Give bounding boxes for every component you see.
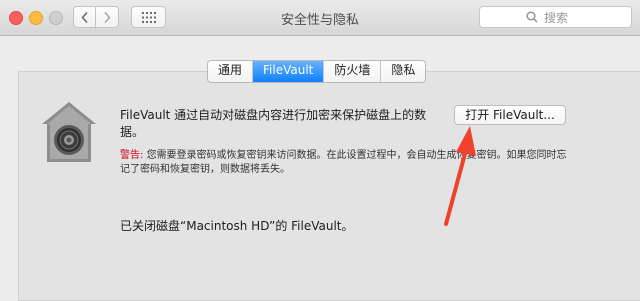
search-field[interactable]	[479, 6, 632, 28]
filevault-house-lock-icon	[42, 102, 96, 162]
zoom-window-button[interactable]	[49, 11, 63, 25]
title-bar: 安全性与隐私	[0, 0, 640, 36]
grid-icon	[142, 12, 156, 23]
forward-button[interactable]	[96, 6, 119, 28]
search-input[interactable]	[542, 8, 626, 28]
filevault-status: 已关闭磁盘“Macintosh HD”的 FileVault。	[120, 219, 354, 233]
window-title: 安全性与隐私	[280, 13, 359, 28]
warning-text: 您需要登录密码或恢复密钥来访问数据。在此设置过程中，会自动生成恢复密钥。如果您同…	[120, 150, 567, 175]
turn-on-filevault-button[interactable]: 打开 FileVault...	[454, 105, 566, 125]
tab-general[interactable]: 通用	[208, 61, 254, 82]
close-window-button[interactable]	[9, 11, 23, 25]
tab-privacy[interactable]: 隐私	[381, 61, 425, 82]
back-button[interactable]	[73, 6, 96, 28]
tab-filevault[interactable]: FileVault	[253, 61, 325, 82]
show-all-button[interactable]	[131, 6, 166, 28]
tab-bar: 通用 FileVault 防火墙 隐私	[207, 60, 427, 83]
minimize-window-button[interactable]	[29, 11, 43, 25]
tab-firewall[interactable]: 防火墙	[324, 61, 382, 82]
forward-chevron-icon	[104, 11, 111, 24]
warning-label: 警告:	[120, 150, 144, 161]
filevault-description: FileVault 通过自动对磁盘内容进行加密来保护磁盘上的数据。	[120, 108, 427, 139]
back-chevron-icon	[81, 11, 88, 24]
warning-message: 警告: 您需要登录密码或恢复密钥来访问数据。在此设置过程中，会自动生成恢复密钥。…	[120, 149, 570, 177]
search-icon	[526, 11, 538, 23]
